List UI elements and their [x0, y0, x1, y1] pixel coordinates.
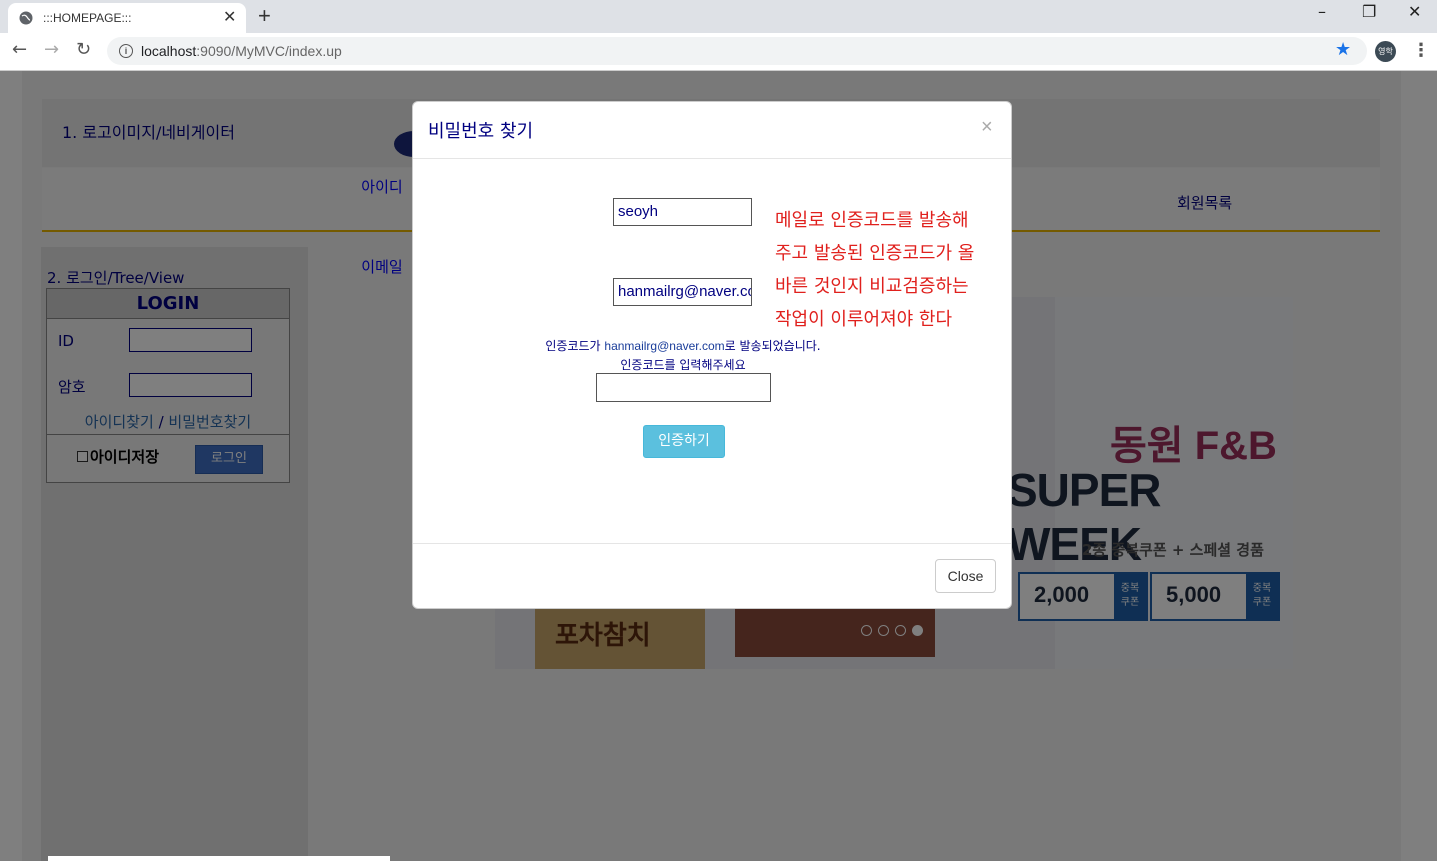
window-close-icon[interactable]: ✕	[1408, 2, 1421, 21]
star-icon[interactable]: ★	[1335, 39, 1351, 60]
annotation-note: 메일로 인증코드를 발송해 주고 발송된 인증코드가 올 바른 것인지 비교검증…	[775, 204, 1015, 336]
browser-toolbar: ← → ↻ i localhost:9090/MyMVC/index.up ★ …	[0, 33, 1437, 71]
modal-title: 비밀번호 찾기	[428, 121, 534, 142]
email-field-label: 이메일	[361, 258, 403, 276]
note-line: 메일로 인증코드를 발송해	[775, 210, 969, 231]
tab-title: :::HOMEPAGE:::	[43, 11, 132, 25]
info-icon[interactable]: i	[119, 44, 133, 58]
note-line: 주고 발송된 인증코드가 올	[775, 243, 975, 264]
modal-footer: Close	[413, 543, 1011, 609]
url-text: localhost:9090/MyMVC/index.up	[141, 43, 342, 59]
globe-icon	[19, 11, 33, 25]
note-line: 작업이 이루어져야 한다	[775, 309, 953, 330]
plus-icon[interactable]: +	[258, 3, 271, 29]
browser-tab-bar: :::HOMEPAGE::: ✕ + – ❐ ✕	[0, 0, 1437, 33]
close-icon[interactable]: ×	[981, 116, 993, 139]
profile-avatar[interactable]: 영학	[1375, 41, 1396, 62]
restore-icon[interactable]: ❐	[1362, 2, 1376, 21]
reload-icon[interactable]: ↻	[76, 39, 91, 60]
minimize-icon[interactable]: –	[1318, 2, 1326, 21]
forward-icon[interactable]: →	[44, 39, 59, 60]
email-field[interactable]: hanmailrg@naver.com	[613, 278, 752, 306]
find-password-modal: 비밀번호 찾기 × 아이디 seoyh 이메일 hanmailrg@naver.…	[361, 101, 1015, 609]
verify-button[interactable]: 인증하기	[643, 425, 725, 458]
code-prompt: 인증코드를 입력해주세요	[620, 358, 746, 372]
scroll-indicator	[48, 856, 390, 861]
note-line: 바른 것인지 비교검증하는	[775, 276, 969, 297]
sent-message: 인증코드가 hanmailrg@naver.com로 발송되었습니다.	[545, 339, 821, 353]
back-icon[interactable]: ←	[12, 39, 27, 60]
close-icon[interactable]: ✕	[223, 7, 236, 27]
close-button[interactable]: Close	[935, 559, 996, 593]
id-field-label: 아이디	[361, 178, 403, 196]
address-bar[interactable]: i localhost:9090/MyMVC/index.up ★	[107, 37, 1367, 65]
modal-header: 비밀번호 찾기 ×	[413, 102, 1011, 159]
verification-code-input[interactable]	[596, 373, 771, 402]
menu-icon[interactable]: ⋮	[1412, 40, 1430, 61]
id-field[interactable]: seoyh	[613, 198, 752, 226]
browser-tab[interactable]: :::HOMEPAGE::: ✕	[8, 3, 246, 33]
